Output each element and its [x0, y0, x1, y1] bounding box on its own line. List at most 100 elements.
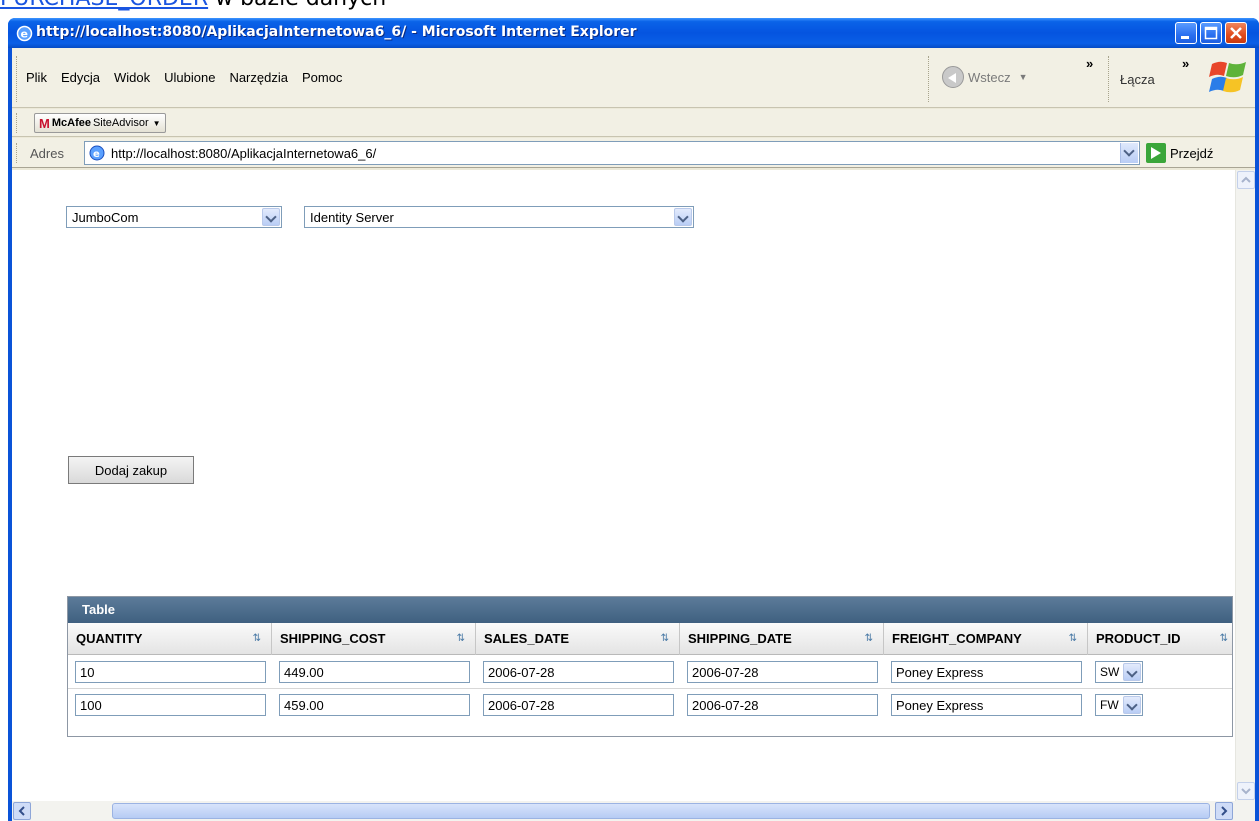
product-select-dropdown[interactable]	[674, 208, 692, 226]
column-header-sales-date[interactable]: SALES_DATE ⇅	[476, 623, 680, 655]
horizontal-scroll-thumb[interactable]	[112, 803, 1210, 819]
sort-icon[interactable]: ⇅	[253, 633, 261, 644]
product-id-select[interactable]: FW	[1095, 694, 1143, 716]
sales-date-input[interactable]: 2006-07-28	[483, 694, 674, 716]
product-id-select[interactable]: SW	[1095, 661, 1143, 683]
shipping-cost-input[interactable]: 459.00	[279, 694, 470, 716]
sort-icon[interactable]: ⇅	[457, 633, 465, 644]
close-button[interactable]	[1225, 22, 1247, 44]
caption-link[interactable]: PURCHASE_ORDER	[0, 0, 208, 11]
chevron-down-icon: ▼	[152, 118, 161, 128]
mcafee-product: SiteAdvisor	[92, 117, 149, 129]
sort-icon[interactable]: ⇅	[1069, 633, 1077, 644]
svg-text:e: e	[21, 28, 28, 41]
product-id-dropdown[interactable]	[1123, 696, 1141, 714]
horizontal-scrollbar[interactable]	[12, 801, 1255, 821]
menu-item-edycja[interactable]: Edycja	[61, 70, 100, 85]
go-button[interactable]: Przejdź	[1146, 143, 1213, 163]
column-label: SHIPPING_DATE	[688, 631, 792, 646]
maximize-icon	[1204, 26, 1218, 40]
sort-icon[interactable]: ⇅	[661, 633, 669, 644]
toolbar-grip[interactable]	[16, 113, 19, 133]
menu-item-narzedzia[interactable]: Narzędzia	[229, 70, 288, 85]
mcafee-icon: M	[39, 115, 50, 131]
scroll-left-button[interactable]	[13, 802, 31, 820]
add-purchase-button[interactable]: Dodaj zakup	[68, 456, 194, 484]
menu-item-widok[interactable]: Widok	[114, 70, 150, 85]
links-label[interactable]: Łącza	[1120, 72, 1155, 87]
toolbar-chevron[interactable]: »	[1086, 56, 1093, 71]
back-button[interactable]: Wstecz ▼	[942, 62, 1028, 92]
back-arrow-icon	[942, 66, 964, 88]
scroll-up-button[interactable]	[1237, 171, 1255, 189]
column-header-freight-company[interactable]: FREIGHT_COMPANY ⇅	[884, 623, 1088, 655]
column-label: FREIGHT_COMPANY	[892, 631, 1022, 646]
svg-text:e: e	[93, 149, 100, 160]
mcafee-brand: McAfee	[51, 117, 91, 129]
column-label: SALES_DATE	[484, 631, 569, 646]
company-select-dropdown[interactable]	[262, 208, 280, 226]
column-header-shipping-cost[interactable]: SHIPPING_COST ⇅	[272, 623, 476, 655]
quantity-input[interactable]: 10	[75, 661, 266, 683]
company-select[interactable]: JumboCom	[66, 206, 282, 228]
shipping-cost-input[interactable]: 449.00	[279, 661, 470, 683]
toolbar-grip[interactable]	[16, 56, 19, 102]
minimize-button[interactable]	[1175, 22, 1197, 44]
maximize-button[interactable]	[1200, 22, 1222, 44]
window-title: http://localhost:8080/AplikacjaInterneto…	[36, 24, 637, 40]
vertical-scrollbar[interactable]	[1235, 170, 1255, 801]
scroll-left-icon	[18, 806, 25, 816]
shipping-date-input[interactable]: 2006-07-28	[687, 661, 878, 683]
freight-company-input[interactable]: Poney Express	[891, 661, 1082, 683]
shipping-date-input[interactable]: 2006-07-28	[687, 694, 878, 716]
chevron-down-icon	[265, 211, 277, 223]
menu-item-plik[interactable]: Plik	[26, 70, 47, 85]
title-bar[interactable]: e http://localhost:8080/AplikacjaInterne…	[8, 18, 1259, 48]
toolbar-grip[interactable]	[928, 56, 931, 102]
freight-company-input[interactable]: Poney Express	[891, 694, 1082, 716]
back-label: Wstecz	[968, 69, 1011, 85]
product-id-dropdown[interactable]	[1123, 663, 1141, 681]
menu-item-pomoc[interactable]: Pomoc	[302, 70, 342, 85]
table-row: 100 459.00 2006-07-28 2006-07-28 Poney E…	[68, 689, 1232, 722]
caption-text: w bazie danych	[208, 0, 386, 11]
windows-logo-icon	[1209, 61, 1246, 93]
product-select[interactable]: Identity Server	[304, 206, 694, 228]
page-icon: e	[89, 145, 105, 161]
go-label: Przejdź	[1170, 145, 1214, 161]
address-input[interactable]: e http://localhost:8080/AplikacjaInterne…	[84, 141, 1140, 165]
address-bar: Adres e http://localhost:8080/AplikacjaI…	[12, 138, 1255, 168]
sales-date-input[interactable]: 2006-07-28	[483, 661, 674, 683]
scroll-down-button[interactable]	[1237, 782, 1255, 800]
column-label: PRODUCT_ID	[1096, 631, 1181, 646]
chevron-down-icon	[677, 211, 689, 223]
close-icon	[1230, 27, 1242, 39]
toolbar-grip[interactable]	[1108, 56, 1111, 102]
page-caption: PURCHASE_ORDER w bazie danych	[0, 0, 386, 11]
scroll-right-button[interactable]	[1215, 802, 1233, 820]
company-select-value: JumboCom	[72, 210, 139, 225]
toolbar-grip[interactable]	[16, 143, 19, 163]
window-client: Plik Edycja Widok Ulubione Narzędzia Pom…	[12, 48, 1255, 821]
browser-window: e http://localhost:8080/AplikacjaInterne…	[8, 18, 1259, 821]
column-header-shipping-date[interactable]: SHIPPING_DATE ⇅	[680, 623, 884, 655]
back-dropdown-icon[interactable]: ▼	[1019, 72, 1028, 82]
sort-icon[interactable]: ⇅	[865, 633, 873, 644]
column-header-quantity[interactable]: QUANTITY ⇅	[68, 623, 272, 655]
address-dropdown[interactable]	[1120, 143, 1138, 163]
sort-icon[interactable]: ⇅	[1220, 633, 1228, 644]
address-url: http://localhost:8080/AplikacjaInterneto…	[111, 146, 377, 161]
menu-item-ulubione[interactable]: Ulubione	[164, 70, 215, 85]
table-row: 10 449.00 2006-07-28 2006-07-28 Poney Ex…	[68, 656, 1232, 689]
mcafee-siteadvisor-button[interactable]: M McAfee SiteAdvisor ▼	[34, 113, 166, 133]
scroll-up-icon	[1241, 176, 1251, 183]
quantity-input[interactable]: 100	[75, 694, 266, 716]
column-header-product-id[interactable]: PRODUCT_ID ⇅	[1088, 623, 1234, 655]
go-arrow-icon	[1146, 143, 1166, 163]
screen: PURCHASE_ORDER w bazie danych e http://l…	[0, 0, 1259, 821]
links-chevron[interactable]: »	[1182, 56, 1189, 71]
product-id-value: FW	[1100, 698, 1119, 712]
chevron-down-icon	[1123, 145, 1135, 157]
menu-bar: Plik Edycja Widok Ulubione Narzędzia Pom…	[12, 48, 1255, 108]
chevron-down-icon	[1126, 699, 1138, 711]
